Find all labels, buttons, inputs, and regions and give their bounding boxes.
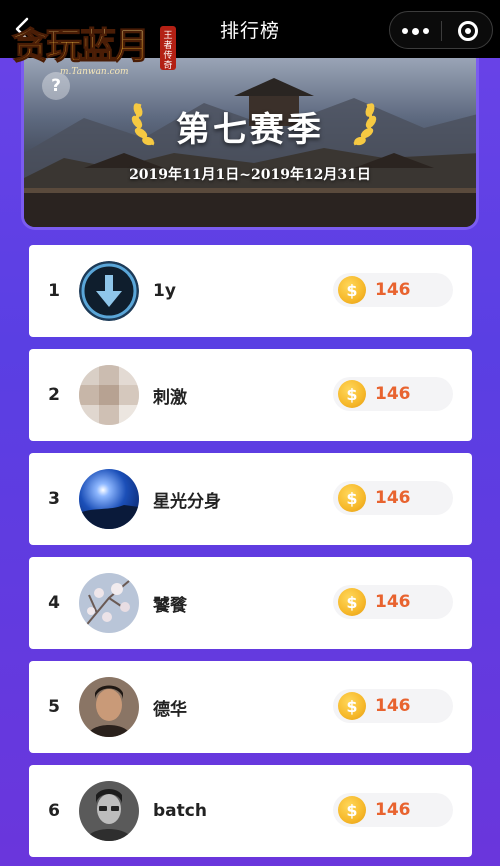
svg-text:m.Tanwan.com: m.Tanwan.com [60, 67, 129, 77]
avatar[interactable] [79, 261, 139, 321]
download-arrow-icon [79, 261, 139, 321]
close-mini-program-button[interactable] [442, 12, 493, 50]
avatar[interactable] [79, 469, 139, 529]
score-value: 146 [375, 696, 411, 716]
more-menu-button[interactable] [390, 12, 441, 50]
player-name: 德华 [153, 699, 187, 720]
score-pill: $ 146 [333, 481, 453, 515]
avatar[interactable] [79, 365, 139, 425]
rank-number: 1 [48, 281, 60, 301]
gold-coin-icon: $ [338, 484, 366, 512]
portrait-avatar [79, 677, 139, 737]
blossom-branch-avatar [79, 573, 139, 633]
ranking-row[interactable]: 6 batch $ 146 [29, 765, 472, 857]
mini-program-capsule [389, 11, 493, 49]
player-name: 星光分身 [153, 491, 221, 512]
season-title: 第七赛季 [176, 110, 324, 150]
score-pill: $ 146 [333, 273, 453, 307]
season-dates: 2019年11月1日~2019年12月31日 [129, 167, 371, 183]
rank-number: 3 [48, 489, 60, 509]
ranking-row[interactable]: 2 刺激 $ 146 [29, 349, 472, 441]
player-name: batch [153, 801, 207, 821]
close-circle-icon [457, 21, 478, 41]
svg-text:者: 者 [163, 40, 172, 51]
ranking-row[interactable]: 5 德华 $ 146 [29, 661, 472, 753]
night-sky-avatar [79, 469, 139, 529]
ranking-row[interactable]: 4 饕餮 $ 146 [29, 557, 472, 649]
rank-number: 2 [48, 385, 60, 405]
svg-text:王: 王 [163, 30, 172, 41]
score-pill: $ 146 [333, 377, 453, 411]
gold-coin-icon: $ [338, 796, 366, 824]
score-value: 146 [375, 280, 411, 300]
avatar[interactable] [79, 677, 139, 737]
svg-text:奇: 奇 [163, 59, 172, 71]
gold-coin-icon: $ [338, 380, 366, 408]
season-banner: ? 第七赛季 2019年11月1日~2019年12月31日 [21, 58, 479, 230]
gold-coin-icon: $ [338, 276, 366, 304]
ranking-row[interactable]: 1 1y $ 146 [29, 245, 472, 337]
gold-coin-icon: $ [338, 588, 366, 616]
rank-number: 5 [48, 697, 60, 717]
player-name: 刺激 [153, 387, 187, 408]
rank-number: 4 [48, 593, 60, 613]
player-name: 1y [153, 281, 176, 301]
gold-coin-icon: $ [338, 692, 366, 720]
score-value: 146 [375, 384, 411, 404]
blurred-photo-avatar [79, 365, 139, 425]
svg-text:贪玩蓝月: 贪玩蓝月 [12, 25, 148, 67]
avatar[interactable] [79, 573, 139, 633]
more-dots-icon [402, 27, 429, 35]
avatar[interactable] [79, 781, 139, 841]
portrait-bw-avatar [79, 781, 139, 841]
score-value: 146 [375, 488, 411, 508]
score-pill: $ 146 [333, 689, 453, 723]
score-value: 146 [375, 592, 411, 612]
score-pill: $ 146 [333, 585, 453, 619]
rank-number: 6 [48, 801, 60, 821]
player-name: 饕餮 [153, 595, 187, 616]
game-logo: 贪玩蓝月 王 者 传 奇 m.Tanwan.com [11, 24, 176, 77]
ranking-row[interactable]: 3 星光分身 $ 146 [29, 453, 472, 545]
svg-text:传: 传 [163, 49, 172, 61]
score-value: 146 [375, 800, 411, 820]
score-pill: $ 146 [333, 793, 453, 827]
